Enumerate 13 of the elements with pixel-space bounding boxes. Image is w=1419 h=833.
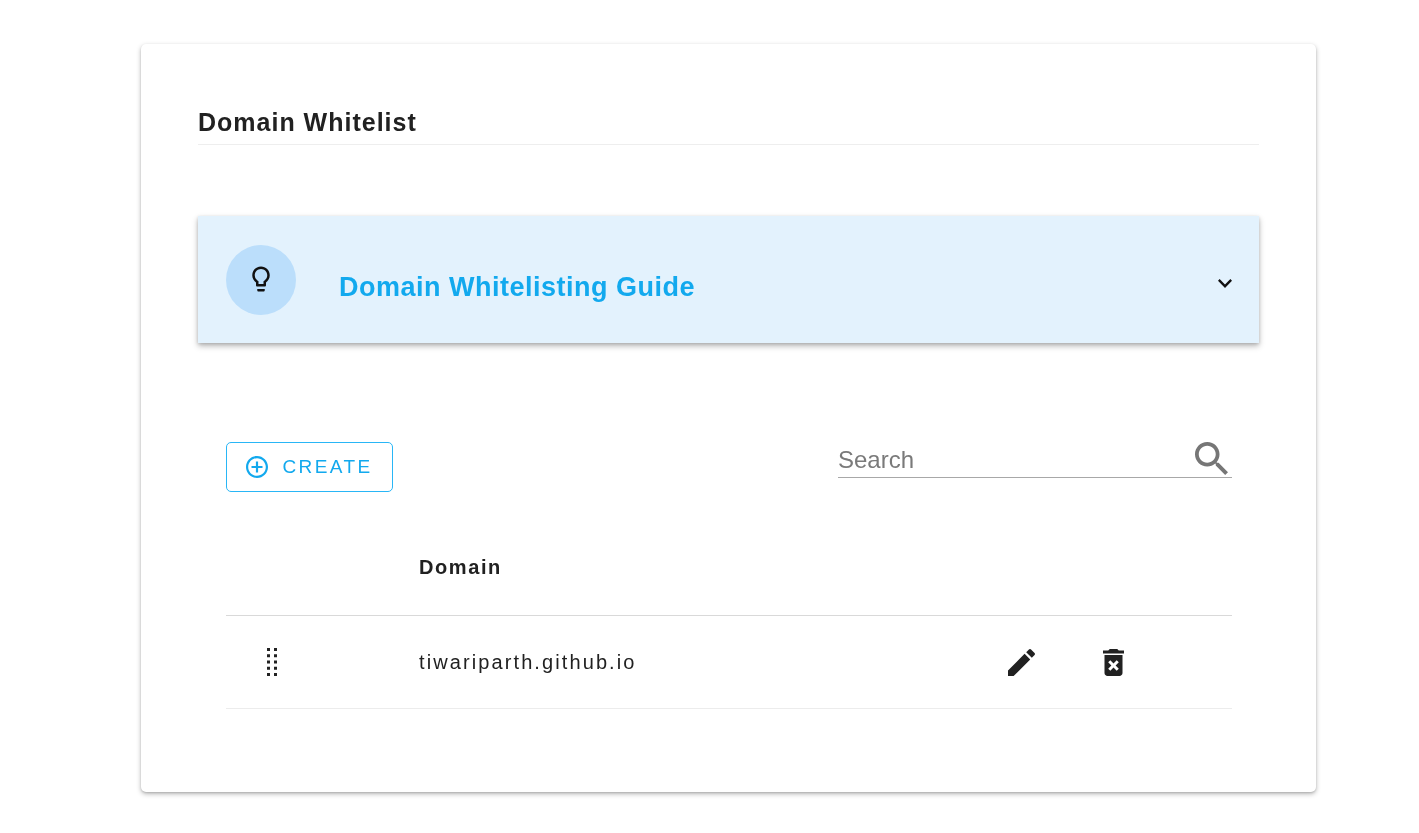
panel-title: Domain Whitelist	[198, 108, 417, 136]
guide-title: Domain Whitelisting Guide	[339, 272, 695, 303]
search-icon[interactable]	[1195, 442, 1228, 475]
search-field[interactable]: Search	[838, 442, 1232, 478]
column-header: Domain	[419, 555, 502, 579]
guide-accordion[interactable]: Domain Whitelisting Guide	[198, 216, 1259, 343]
lightbulb-icon	[226, 244, 296, 315]
table-cell: tiwariparth.github.io	[419, 650, 637, 674]
drag-handle-icon[interactable]	[267, 648, 277, 676]
pencil-icon[interactable]	[1007, 648, 1035, 676]
create-button[interactable]: CREATE	[226, 442, 393, 492]
trash-icon[interactable]	[1102, 648, 1124, 676]
chevron-down-icon[interactable]	[1218, 279, 1232, 288]
